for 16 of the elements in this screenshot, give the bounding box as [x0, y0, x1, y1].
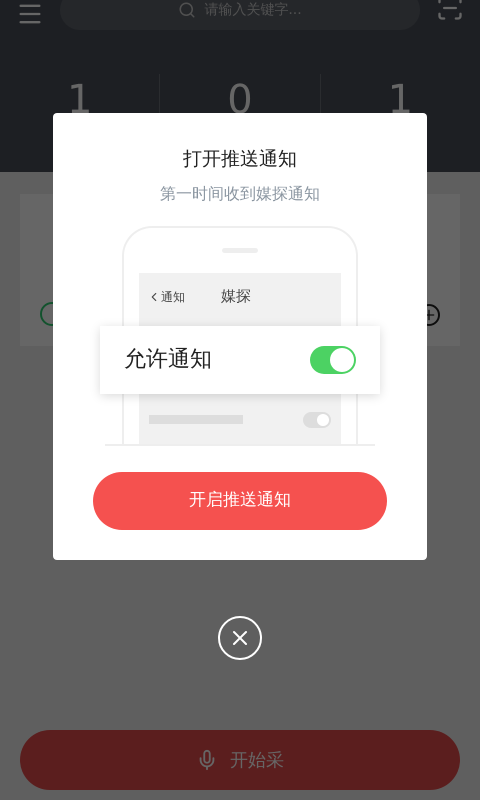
search-icon	[178, 1, 196, 19]
record-button[interactable]: 开始采	[20, 730, 460, 790]
stat-value: 1	[388, 76, 414, 125]
back-label: 通知	[161, 288, 185, 306]
notification-switch[interactable]	[310, 346, 356, 374]
dialog-title: 打开推送通知	[183, 147, 297, 172]
record-label: 开始采	[230, 748, 284, 772]
screen-title: 媒探	[221, 286, 251, 308]
setting-label: 允许通知	[124, 346, 212, 374]
dialog-subtitle: 第一时间收到媒探通知	[160, 182, 320, 204]
scan-icon[interactable]	[436, 0, 464, 22]
close-button[interactable]	[218, 616, 262, 660]
enable-button[interactable]: 开启推送通知	[93, 472, 387, 530]
stat-value: 1	[66, 76, 92, 125]
stat-value: 0	[227, 76, 253, 125]
small-switch-drawing	[303, 412, 331, 428]
